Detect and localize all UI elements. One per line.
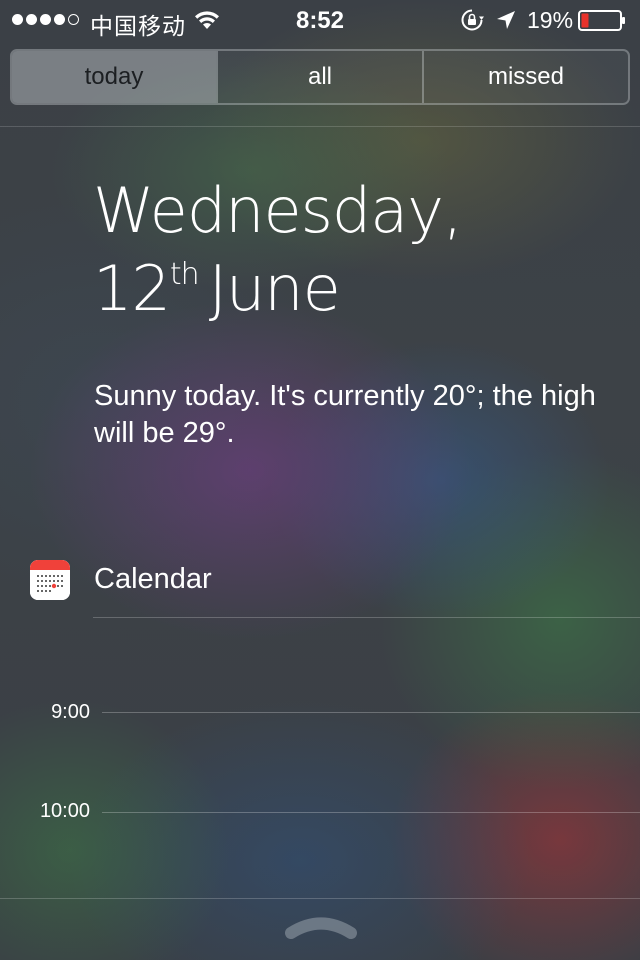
hour-label-10: 10:00 — [39, 800, 90, 822]
divider — [0, 126, 640, 127]
hour-line — [102, 712, 640, 713]
tab-missed[interactable]: missed — [422, 51, 628, 103]
month-name: June — [208, 252, 341, 325]
hour-label-9: 9:00 — [51, 701, 90, 723]
date-heading: Wednesday, 12th June — [93, 172, 463, 340]
weather-summary: Sunny today. It's currently 20°; the hig… — [94, 380, 596, 449]
tab-today[interactable]: today — [12, 51, 216, 103]
day-month: 12th June — [93, 250, 462, 340]
battery-percent: 19% — [527, 7, 574, 33]
calendar-section-title: Calendar — [94, 563, 212, 595]
calendar-app-icon[interactable] — [30, 560, 70, 600]
tab-all[interactable]: all — [216, 51, 422, 103]
status-bar: 中国移动 8:52 19% — [0, 0, 640, 40]
notification-center-tabs: today all missed — [10, 49, 630, 105]
rotation-lock-icon — [461, 9, 484, 31]
weekday: Wednesday, — [93, 174, 463, 247]
location-arrow-icon — [497, 11, 515, 29]
day-suffix: th — [169, 257, 200, 292]
bottom-divider — [0, 898, 640, 899]
hour-line — [102, 812, 640, 813]
chevron-up-grabber-icon[interactable] — [284, 914, 358, 940]
day-number: 12 — [93, 252, 171, 325]
calendar-divider — [93, 617, 640, 618]
battery-icon — [578, 10, 625, 31]
